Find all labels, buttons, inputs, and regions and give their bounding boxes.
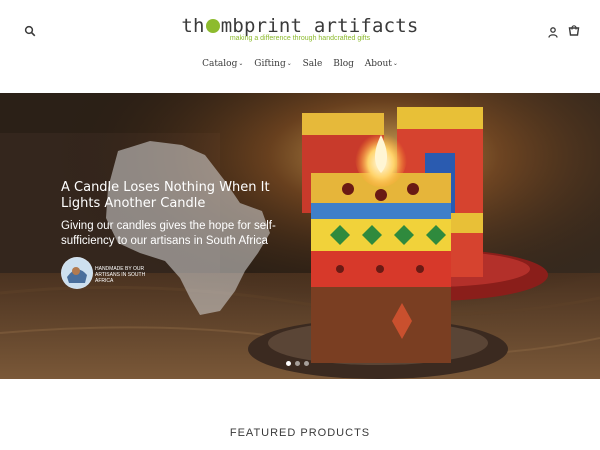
- thumbprint-icon: [205, 19, 220, 33]
- logo[interactable]: th mbprint artifacts making a difference …: [0, 16, 600, 42]
- cart-icon[interactable]: [566, 23, 582, 39]
- nav-item-gifting[interactable]: Gifting⌄: [254, 59, 291, 69]
- chevron-down-icon: ⌄: [286, 60, 292, 67]
- site-header: th mbprint artifacts making a difference …: [0, 0, 600, 92]
- nav-item-blog[interactable]: Blog: [333, 59, 354, 69]
- hero-subheading: Giving our candles gives the hope for se…: [61, 220, 276, 247]
- nav-item-about[interactable]: About⌄: [365, 59, 398, 69]
- main-nav: Catalog⌄ Gifting⌄ Sale Blog About⌄: [0, 59, 600, 69]
- badge-text: HANDMADE BY OUR ARTISANS IN SOUTH AFRICA: [95, 266, 146, 284]
- logo-tagline: making a difference through handcrafted …: [229, 35, 371, 42]
- logo-title: th mbprint artifacts: [181, 15, 419, 37]
- featured-products-heading: FEATURED PRODUCTS: [229, 427, 371, 439]
- slide-dot-1[interactable]: [286, 361, 291, 366]
- user-icon[interactable]: [545, 24, 561, 40]
- artisan-badge: [61, 257, 93, 289]
- nav-item-catalog[interactable]: Catalog⌄: [202, 59, 243, 69]
- chevron-down-icon: ⌄: [238, 60, 244, 67]
- slide-dot-3[interactable]: [304, 361, 309, 366]
- slide-dot-2[interactable]: [295, 361, 300, 366]
- hero-headline: A Candle Loses Nothing When It Lights An…: [61, 180, 270, 211]
- nav-item-sale[interactable]: Sale: [303, 59, 323, 69]
- chevron-down-icon: ⌄: [392, 60, 398, 67]
- slide-dots: [286, 361, 309, 366]
